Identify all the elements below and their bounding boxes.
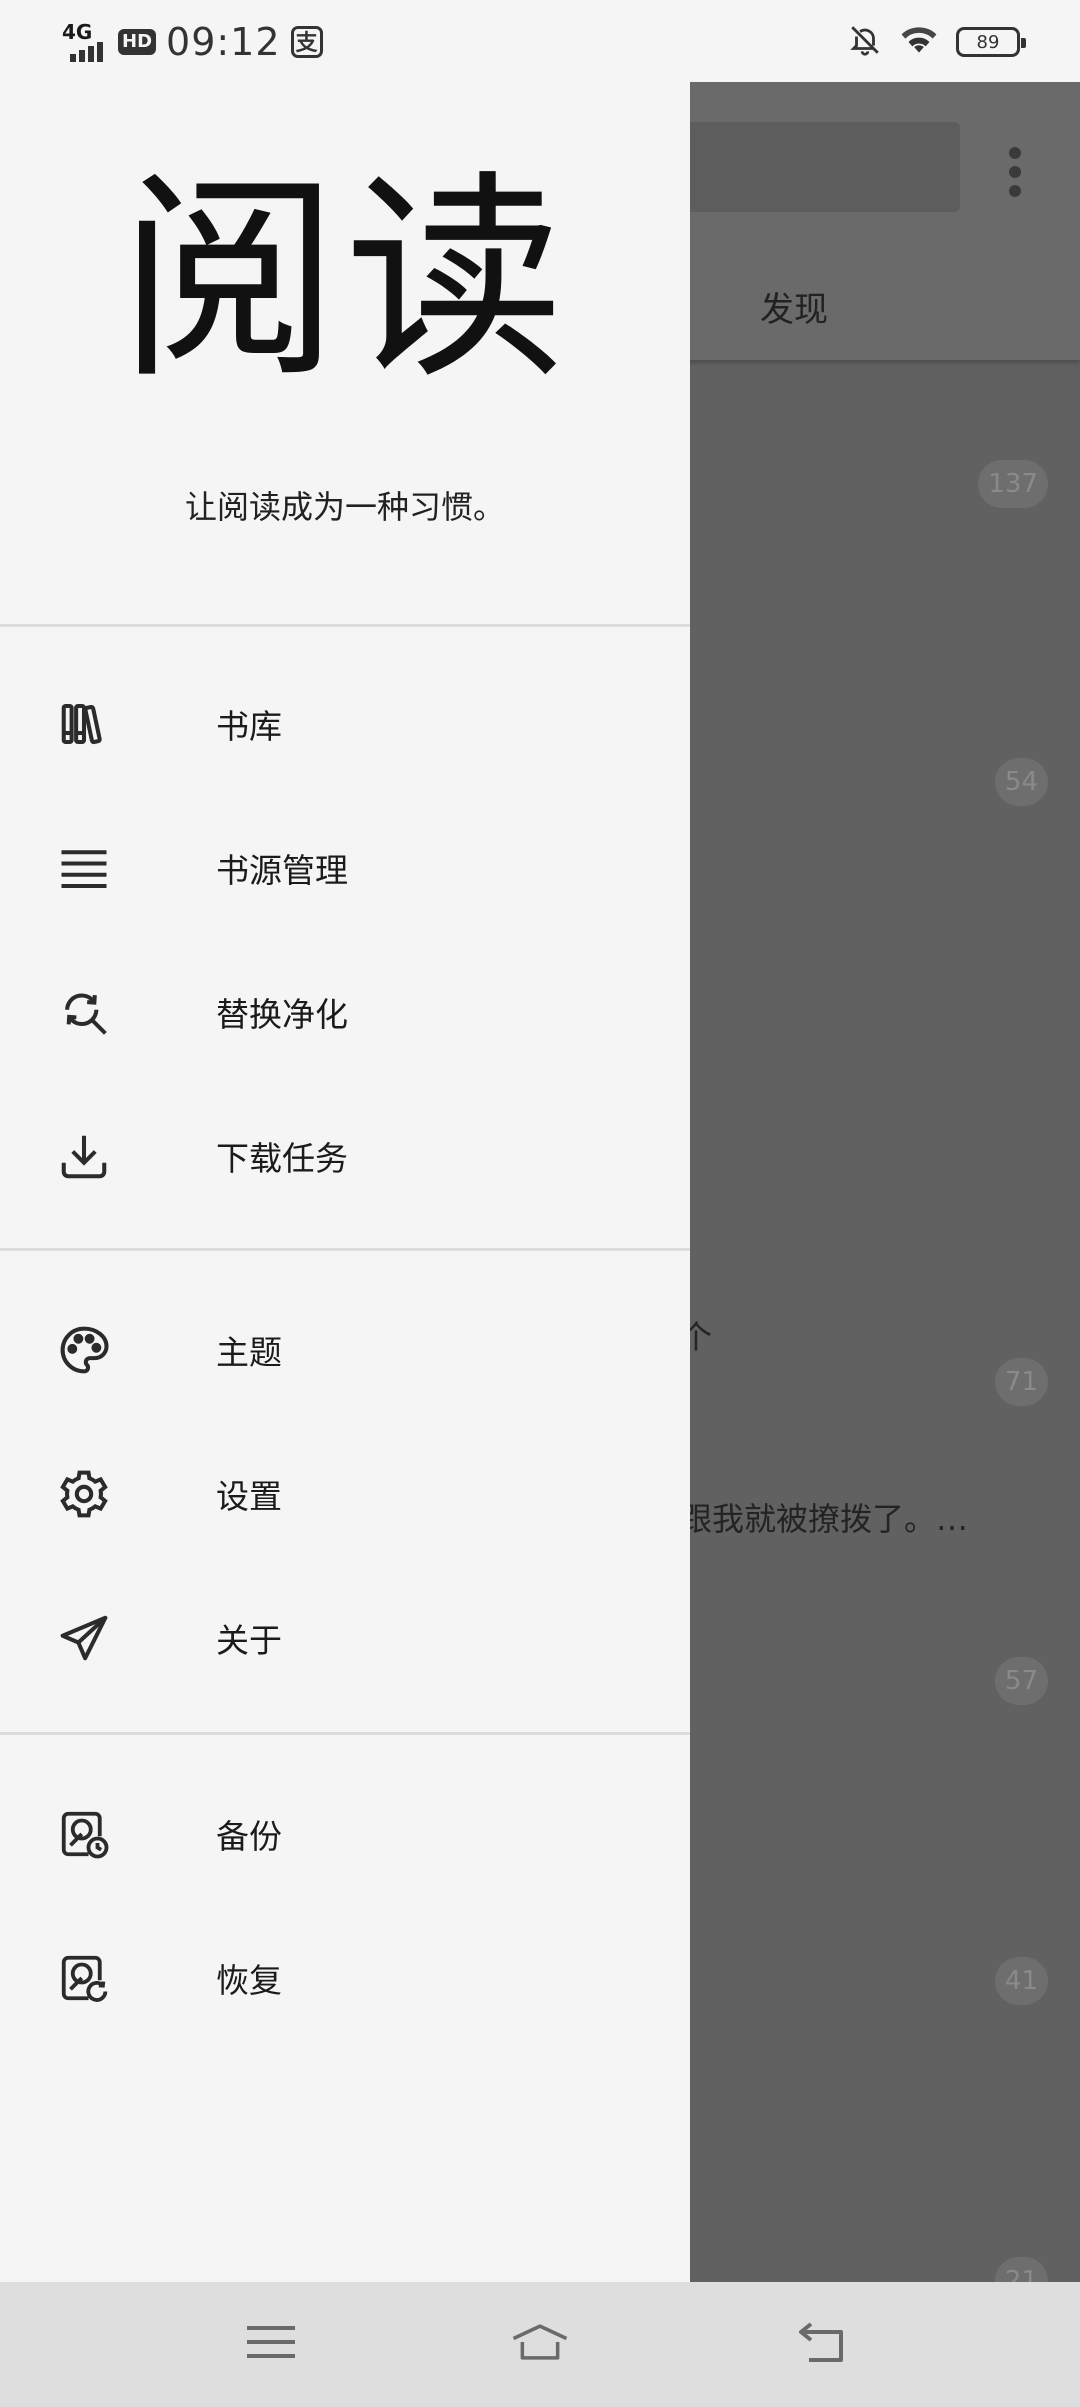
network-indicator: 4G	[62, 22, 108, 62]
system-navigation-bar	[0, 2282, 1080, 2407]
menu-label: 备份	[216, 1817, 282, 1856]
menu-label: 下载任务	[216, 1139, 348, 1178]
menu-item-book-sources[interactable]: 书源管理	[0, 796, 690, 940]
menu-item-theme[interactable]: 主题	[0, 1278, 690, 1422]
battery-indicator: 89	[956, 27, 1026, 57]
drawer-header: 阅读	[0, 170, 690, 390]
divider	[0, 624, 690, 627]
status-right: 89	[848, 20, 1026, 64]
menu-item-backup[interactable]: 备份	[0, 1762, 690, 1906]
palette-icon	[56, 1322, 112, 1378]
unread-badge: 137	[978, 460, 1048, 508]
tab-discover: 发现	[760, 290, 828, 330]
menu-item-downloads[interactable]: 下载任务	[0, 1084, 690, 1228]
status-bar: 4G HD 09:12 支 89	[0, 0, 1080, 82]
backup-icon	[56, 1806, 112, 1862]
app-title: 阅读	[118, 152, 571, 408]
download-icon	[56, 1128, 112, 1184]
list-icon	[56, 840, 112, 896]
restore-icon	[56, 1950, 112, 2006]
status-time: 09:12	[166, 20, 281, 64]
status-left: 4G HD 09:12 支	[62, 14, 323, 70]
bookshelf-icon	[56, 696, 112, 752]
menu-label: 关于	[216, 1621, 282, 1660]
wifi-icon	[900, 23, 938, 61]
menu-label: 主题	[216, 1333, 282, 1372]
menu-item-settings[interactable]: 设置	[0, 1422, 690, 1566]
unread-badge: 41	[994, 1957, 1048, 2005]
alipay-icon: 支	[290, 26, 323, 58]
back-icon[interactable]	[788, 2312, 858, 2372]
menu-item-bookshelf[interactable]: 书库	[0, 652, 690, 796]
network-label: 4G	[62, 20, 93, 44]
menu-label: 书库	[216, 707, 282, 746]
unread-badge: 71	[994, 1358, 1048, 1406]
menu-item-replace-purify[interactable]: 替换净化	[0, 940, 690, 1084]
unread-badge: 57	[994, 1657, 1048, 1705]
divider	[0, 1732, 690, 1735]
more-vertical-icon	[1000, 142, 1030, 202]
divider	[0, 1248, 690, 1251]
paper-plane-icon	[56, 1610, 112, 1666]
search-replace-icon	[56, 984, 112, 1040]
menu-label: 恢复	[216, 1961, 282, 2000]
menu-label: 替换净化	[216, 995, 348, 1034]
navigation-drawer: 阅读 让阅读成为一种习惯。 书库 书源管理 替换净化 下载任务 主题 设置 关于…	[0, 82, 690, 2282]
menu-item-restore[interactable]: 恢复	[0, 1906, 690, 2050]
menu-label: 设置	[216, 1477, 282, 1516]
signal-icon	[70, 42, 103, 62]
hd-badge: HD	[118, 29, 157, 55]
bell-off-icon	[848, 23, 882, 61]
gear-icon	[56, 1466, 112, 1522]
app-tagline: 让阅读成为一种习惯。	[184, 488, 505, 526]
menu-label: 书源管理	[216, 851, 348, 890]
menu-item-about[interactable]: 关于	[0, 1566, 690, 1710]
menu-icon[interactable]	[236, 2312, 306, 2372]
home-icon[interactable]	[505, 2312, 575, 2372]
book-snippet: 跟我就被撩拨了。…	[680, 1500, 969, 1538]
unread-badge: 54	[994, 758, 1048, 806]
